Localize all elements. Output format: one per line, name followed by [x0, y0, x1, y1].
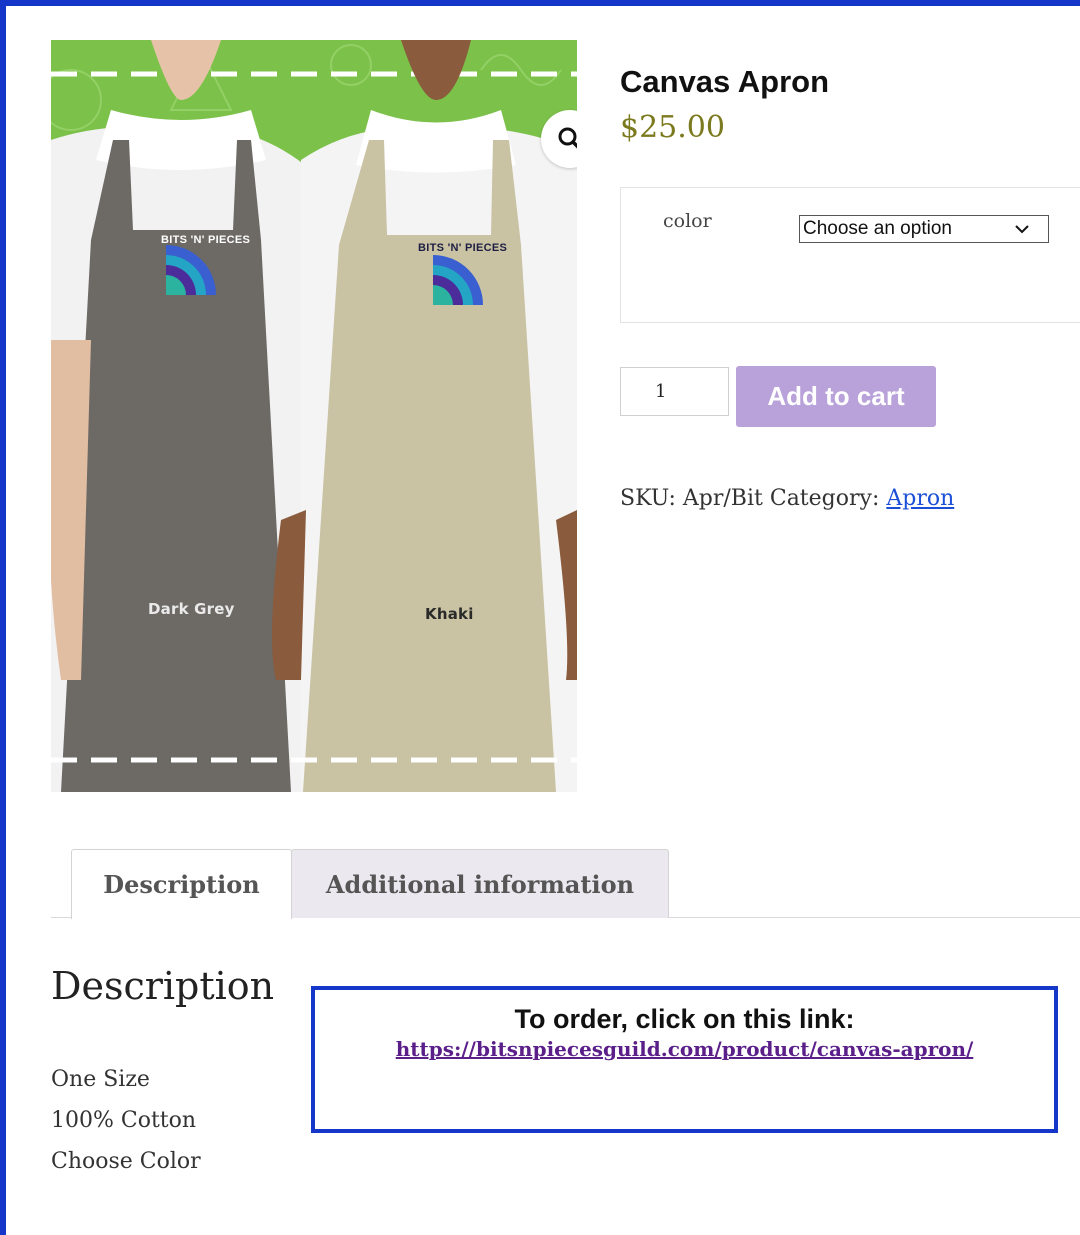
- category-link[interactable]: Apron: [886, 486, 954, 511]
- sku-value: Apr/Bit: [682, 486, 763, 511]
- apron-label-khaki: Khaki: [425, 605, 474, 623]
- magnifier-icon: [558, 127, 577, 149]
- sku-label: SKU:: [620, 486, 676, 511]
- description-text: One Size 100% Cotton Choose Color: [51, 1059, 201, 1182]
- apron-photo: [51, 40, 577, 792]
- category-label: Category:: [769, 486, 880, 511]
- order-callout-box: To order, click on this link: https://bi…: [311, 986, 1058, 1133]
- description-line: One Size: [51, 1067, 150, 1092]
- description-line: Choose Color: [51, 1149, 201, 1174]
- product-price: $25.00: [620, 110, 725, 145]
- tab-description[interactable]: Description: [71, 849, 292, 919]
- product-title: Canvas Apron: [620, 64, 830, 99]
- description-heading: Description: [51, 964, 275, 1008]
- apron-logo-text-khaki: BITS 'N' PIECES: [418, 242, 508, 254]
- order-link[interactable]: https://bitsnpiecesguild.com/product/can…: [396, 1037, 974, 1061]
- color-select[interactable]: Choose an option: [799, 215, 1049, 243]
- apron-label-dark-grey: Dark Grey: [148, 600, 235, 618]
- chevron-down-icon: [1015, 225, 1029, 234]
- tab-additional-information[interactable]: Additional information: [291, 849, 669, 918]
- variations-table: color Choose an option: [620, 187, 1080, 323]
- color-select-value: Choose an option: [803, 218, 952, 239]
- description-line: 100% Cotton: [51, 1108, 197, 1133]
- apron-logo-text-dark: BITS 'N' PIECES: [161, 234, 251, 246]
- product-meta: SKU: Apr/Bit Category: Apron: [620, 486, 954, 511]
- product-image[interactable]: BITS 'N' PIECES BITS 'N' PIECES Dark Gre…: [51, 40, 577, 792]
- variation-label-color: color: [663, 210, 712, 232]
- order-callout-title: To order, click on this link:: [514, 1004, 855, 1034]
- add-to-cart-button[interactable]: Add to cart: [736, 366, 936, 427]
- quantity-input[interactable]: 1: [620, 367, 729, 416]
